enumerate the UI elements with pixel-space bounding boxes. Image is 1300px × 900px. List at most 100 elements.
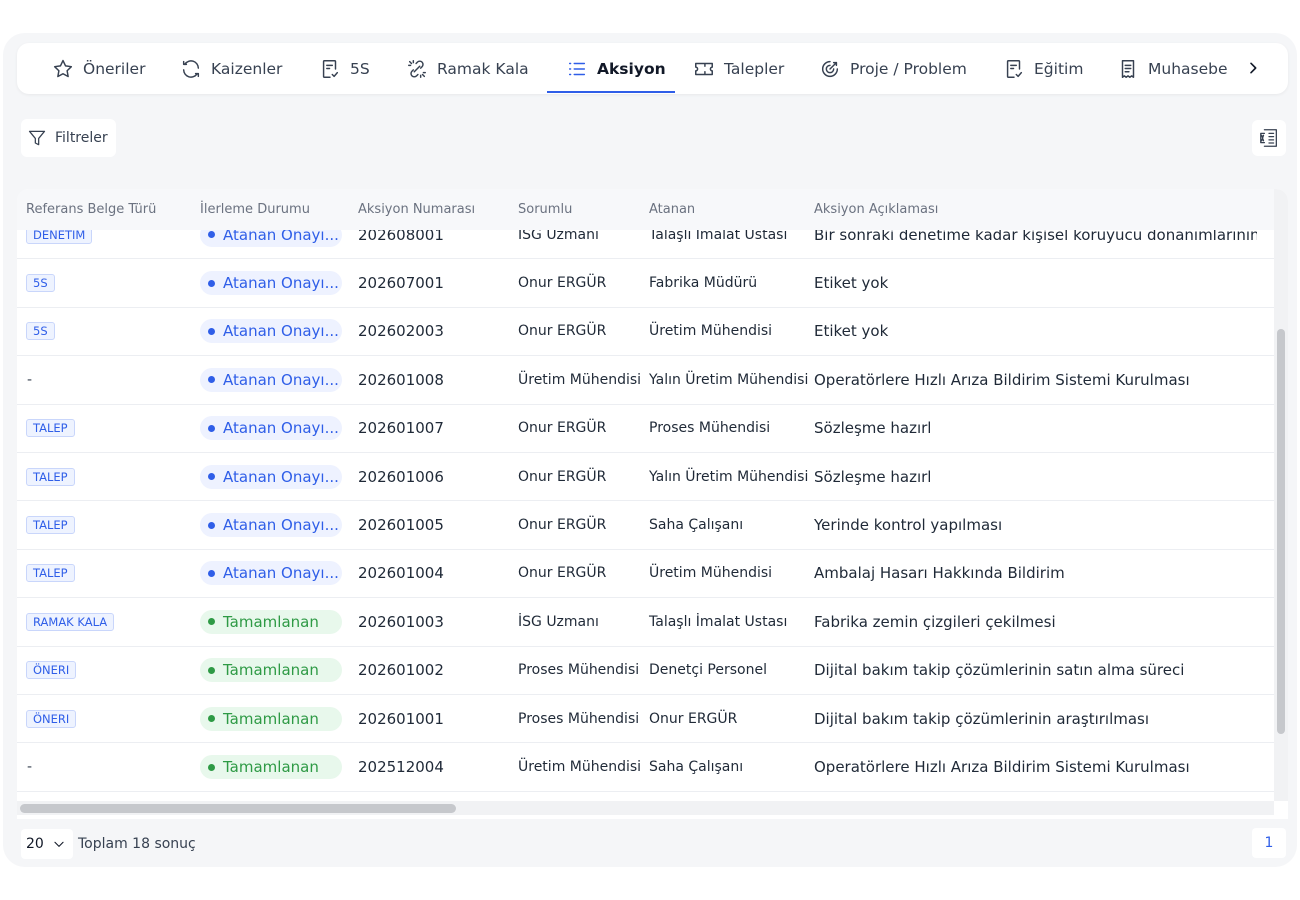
tab-proje-problem[interactable]: Proje / Problem — [819, 43, 967, 94]
vertical-scrollbar[interactable] — [1274, 189, 1288, 801]
action-number: 202602003 — [358, 322, 444, 341]
status-label: Atanan Onayı... — [223, 564, 339, 583]
table-row[interactable]: TALEP Atanan Onayı... 202601005 Onur ERGÜR S… — [17, 501, 1274, 550]
status-dot-icon — [208, 763, 215, 771]
table-row[interactable]: - Tamamlanan 202512004 Üretim Mühendisi Saha… — [17, 743, 1274, 792]
tab-aksiyon[interactable]: Aksiyon — [566, 43, 666, 94]
tab-ramak-kala[interactable]: Ramak Kala — [406, 43, 529, 94]
tab-label: Muhasebe — [1148, 59, 1228, 78]
column-header[interactable]: İlerleme Durumu — [200, 202, 310, 217]
status-dot-icon — [208, 569, 215, 577]
action-description: Dijital bakım takip çözümlerinin satın a… — [814, 661, 1185, 680]
column-header[interactable]: Atanan — [649, 202, 695, 217]
status-badge: Tamamlanan — [200, 658, 342, 683]
assignee-person: Saha Çalışanı — [649, 759, 744, 776]
table-row[interactable]: RAMAK KALA Tamamlanan 202601003 İSG Uzmanı T… — [17, 598, 1274, 647]
horizontal-scroll-thumb[interactable] — [20, 804, 456, 813]
assignee-person: Denetçi Personel — [649, 662, 767, 679]
status-label: Atanan Onayı... — [223, 467, 339, 486]
action-description: Fabrika zemin çizgileri çekilmesi — [814, 612, 1056, 631]
responsible-person: Üretim Mühendisi — [518, 759, 642, 776]
table-row[interactable]: TALEP Atanan Onayı... 202601006 Onur ERGÜR Y… — [17, 453, 1274, 502]
chevron-down-icon — [54, 841, 64, 847]
action-number: 202601006 — [358, 467, 444, 486]
responsible-person: Onur ERGÜR — [518, 275, 607, 292]
assignee-person: Talaşlı İmalat Ustası — [649, 613, 788, 630]
table-row[interactable]: TALEP Atanan Onayı... 202601004 Onur ERGÜR Ü… — [17, 550, 1274, 599]
page-size-select[interactable]: 20 — [21, 829, 73, 859]
star-icon — [53, 59, 73, 77]
reference-type-tag: TALEP — [26, 564, 75, 583]
reference-empty: - — [27, 759, 33, 776]
status-dot-icon — [208, 521, 215, 529]
assignee-person: Saha Çalışanı — [649, 517, 744, 534]
status-label: Atanan Onayı... — [223, 274, 339, 293]
table-row[interactable]: TALEP Atanan Onayı... 202601007 Onur ERGÜR P… — [17, 405, 1274, 453]
reference-type-tag: 5S — [26, 274, 55, 293]
assignee-person: Talaşlı İmalat Ustası — [649, 230, 788, 243]
page-size-value: 20 — [26, 836, 44, 852]
active-tab-indicator — [547, 91, 675, 93]
pagination-info: 20 Toplam 18 sonuç — [21, 827, 196, 861]
status-label: Atanan Onayı... — [223, 230, 339, 244]
action-number: 202512004 — [358, 758, 444, 777]
tabs-scroll-right-button[interactable] — [1241, 56, 1265, 80]
action-description: Sözleşme hazırl — [814, 419, 932, 438]
tab-5s[interactable]: 5S — [319, 43, 370, 94]
responsible-person: Proses Mühendisi — [518, 710, 640, 727]
clipboard-icon — [1006, 59, 1023, 78]
reference-empty: - — [27, 371, 33, 388]
tab-kaizenler[interactable]: Kaizenler — [180, 43, 282, 94]
target-icon — [821, 60, 839, 77]
table-row[interactable]: ÖNERI Tamamlanan 202601002 Proses Mühendisi… — [17, 647, 1274, 695]
status-dot-icon — [208, 473, 215, 481]
responsible-person: Onur ERGÜR — [518, 468, 607, 485]
tab-label: Aksiyon — [597, 59, 666, 78]
column-header[interactable]: Aksiyon Numarası — [358, 202, 475, 217]
action-description: Etiket yok — [814, 274, 889, 293]
table-row[interactable]: - Atanan Onayı... 202601008 Üretim Mühendis… — [17, 356, 1274, 405]
action-description: Yerinde kontrol yapılması — [814, 516, 1003, 535]
column-header[interactable]: Sorumlu — [518, 202, 572, 217]
action-description: Sözleşme hazırl — [814, 467, 932, 486]
action-description: Bir sonraki denetime kadar kişisel koruy… — [814, 230, 1257, 244]
status-dot-icon — [208, 424, 215, 432]
reference-type-tag: TALEP — [26, 467, 75, 486]
filter-icon — [28, 130, 46, 146]
table-row[interactable]: ÖNERI Tamamlanan 202601001 Proses Mühendisi… — [17, 695, 1274, 744]
clipboard-icon — [322, 59, 339, 78]
tab-label: Kaizenler — [211, 59, 283, 78]
responsible-person: Onur ERGÜR — [518, 420, 607, 437]
tab-oneriler[interactable]: Öneriler — [52, 43, 145, 94]
column-header[interactable]: Referans Belge Türü — [26, 202, 156, 217]
table-row[interactable]: DENETIM Atanan Onayı... 202608001 İSG Uzman… — [17, 230, 1274, 260]
status-label: Atanan Onayı... — [223, 322, 339, 341]
tab-muhasebe[interactable]: Muhasebe — [1117, 43, 1228, 94]
page-button-1[interactable]: 1 — [1252, 828, 1286, 858]
status-badge: Atanan Onayı... — [200, 271, 342, 296]
status-label: Tamamlanan — [223, 709, 319, 728]
status-badge: Tamamlanan — [200, 609, 342, 634]
reference-type-tag: TALEP — [26, 516, 75, 535]
status-label: Tamamlanan — [223, 758, 319, 777]
assignee-person: Proses Mühendisi — [649, 420, 771, 437]
responsible-person: Proses Mühendisi — [518, 662, 640, 679]
receipt-icon — [1121, 59, 1135, 78]
tab-talepler[interactable]: Talepler — [693, 43, 784, 94]
column-header[interactable]: Aksiyon Açıklaması — [814, 202, 938, 217]
status-dot-icon — [208, 666, 215, 674]
responsible-person: İSG Uzmanı — [518, 230, 599, 243]
tab-egitim[interactable]: Eğitim — [1003, 43, 1083, 94]
table-row[interactable]: 5S Atanan Onayı... 202602003 Onur ERGÜR Üret… — [17, 308, 1274, 357]
export-excel-button[interactable] — [1252, 120, 1286, 156]
horizontal-scrollbar[interactable] — [17, 801, 1274, 815]
status-badge: Tamamlanan — [200, 755, 342, 780]
reference-type-tag: ÖNERI — [26, 661, 77, 680]
table-row[interactable]: 5S Atanan Onayı... 202607001 Onur ERGÜR Fabr… — [17, 259, 1274, 308]
actions-table: Referans Belge Türü İlerleme Durumu Aksi… — [17, 189, 1288, 819]
action-description: Etiket yok — [814, 322, 889, 341]
status-label: Atanan Onayı... — [223, 370, 339, 389]
filters-button[interactable]: Filtreler — [21, 119, 116, 157]
responsible-person: Onur ERGÜR — [518, 565, 607, 582]
vertical-scroll-thumb[interactable] — [1277, 329, 1285, 734]
